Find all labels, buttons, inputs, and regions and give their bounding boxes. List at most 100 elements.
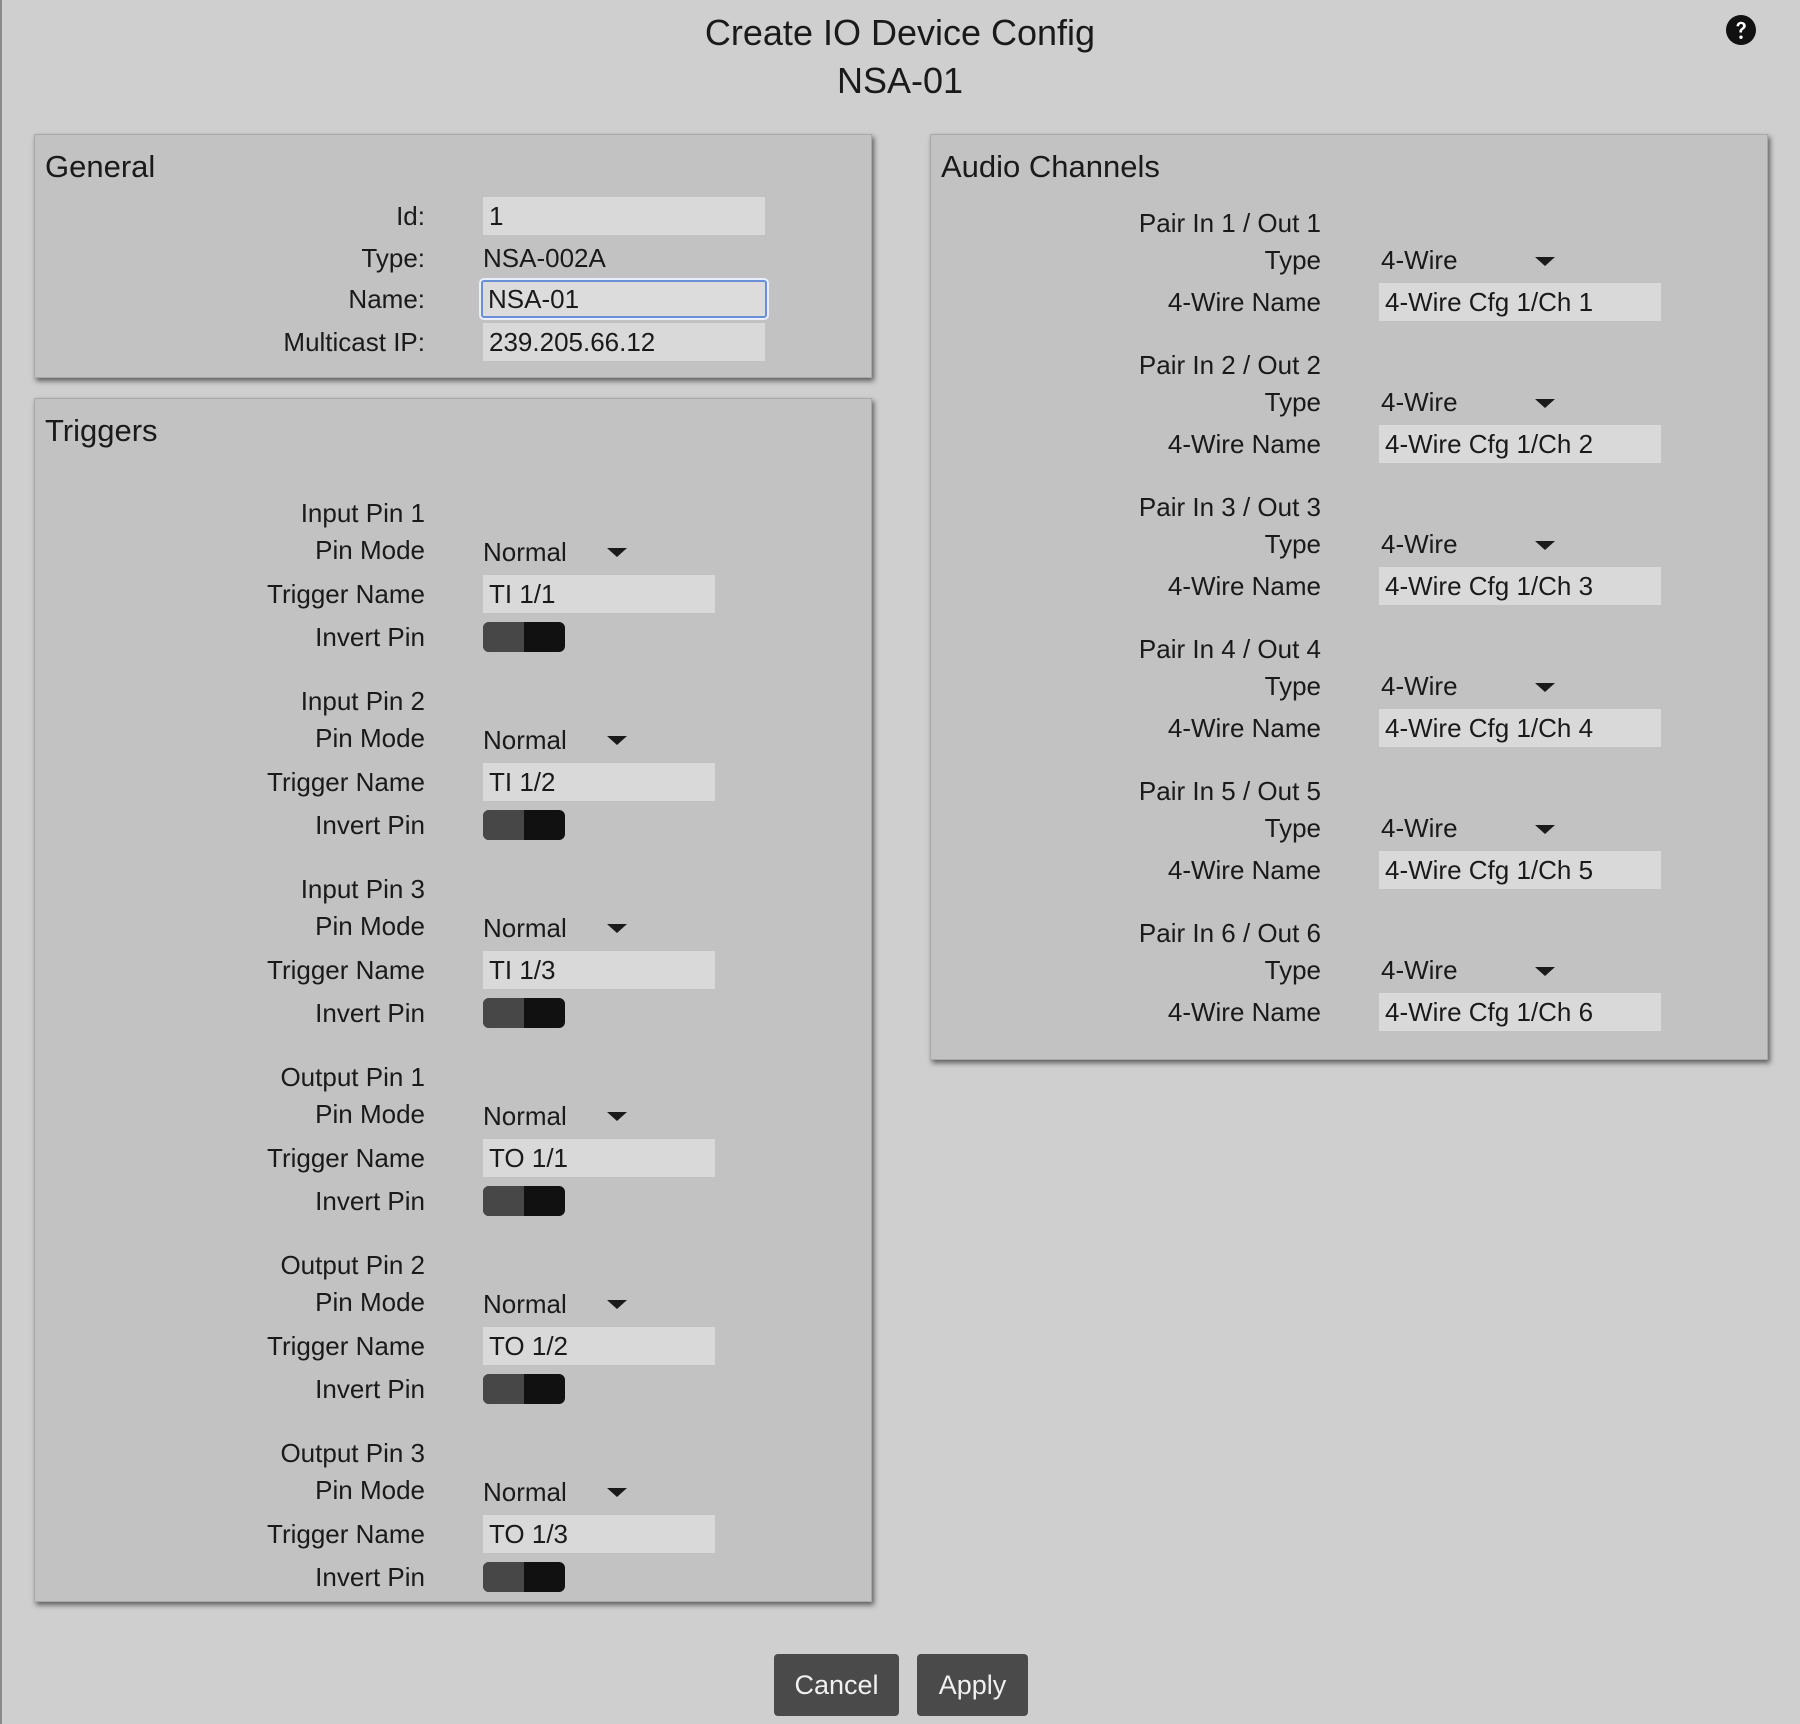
invert-pin-toggle[interactable] (483, 1186, 565, 1216)
four-wire-name-input[interactable]: 4-Wire Cfg 1/Ch 6 (1379, 993, 1661, 1031)
id-row: Id: (35, 197, 425, 235)
general-panel-title: General (45, 149, 156, 184)
pin-mode-label: Pin Mode (315, 723, 425, 753)
pair-type-row: Type (931, 667, 1321, 705)
pair-name-label: 4-Wire Name (1167, 571, 1321, 601)
chevron-down-icon (1535, 825, 1555, 834)
pair-name-row: 4-Wire Name (931, 283, 1321, 321)
dialog-header: Create IO Device Config NSA-01 (0, 0, 1800, 110)
name-input[interactable]: NSA-01 (481, 280, 767, 318)
help-icon[interactable] (1725, 14, 1757, 46)
pair-type-select[interactable]: 4-Wire (1381, 809, 1571, 847)
trigger-name-input[interactable]: TO 1/2 (483, 1327, 715, 1365)
cancel-button[interactable]: Cancel (774, 1654, 899, 1716)
chevron-down-icon (1535, 683, 1555, 692)
chevron-down-icon (1535, 967, 1555, 976)
pin-mode-value: Normal (483, 913, 567, 943)
trigger-name-row: Trigger Name (35, 575, 425, 613)
invert-pin-label: Invert Pin (315, 810, 425, 840)
pair-type-value: 4-Wire (1381, 245, 1458, 275)
pin-mode-select[interactable]: Normal (483, 721, 633, 759)
pair-type-value: 4-Wire (1381, 813, 1458, 843)
toggle-knob (483, 1562, 524, 1592)
toggle-knob (483, 1374, 524, 1404)
window-edge (0, 0, 2, 1724)
pair-type-row: Type (931, 383, 1321, 421)
pin-mode-select[interactable]: Normal (483, 533, 633, 571)
multicast-label: Multicast IP: (283, 327, 425, 357)
invert-pin-toggle[interactable] (483, 810, 565, 840)
pair-type-select[interactable]: 4-Wire (1381, 525, 1571, 563)
pair-name-label: 4-Wire Name (1167, 429, 1321, 459)
trigger-name-input[interactable]: TI 1/2 (483, 763, 715, 801)
pair-name-row: 4-Wire Name (931, 851, 1321, 889)
id-field: 1 (483, 197, 765, 235)
pin-mode-select[interactable]: Normal (483, 1285, 633, 1323)
invert-pin-label: Invert Pin (315, 622, 425, 652)
invert-pin-toggle[interactable] (483, 998, 565, 1028)
invert-pin-row: Invert Pin (35, 1182, 425, 1220)
pair-type-select[interactable]: 4-Wire (1381, 241, 1571, 279)
pair-type-select[interactable]: 4-Wire (1381, 383, 1571, 421)
trigger-name-input[interactable]: TO 1/1 (483, 1139, 715, 1177)
pin-mode-row: Pin Mode (35, 531, 425, 569)
chevron-down-icon (607, 736, 627, 745)
invert-pin-row: Invert Pin (35, 618, 425, 656)
pin-mode-label: Pin Mode (315, 1099, 425, 1129)
trigger-name-label: Trigger Name (267, 1519, 425, 1549)
pair-name-row: 4-Wire Name (931, 709, 1321, 747)
pair-name-label: 4-Wire Name (1167, 997, 1321, 1027)
trigger-name-input[interactable]: TO 1/3 (483, 1515, 715, 1553)
pair-type-value: 4-Wire (1381, 529, 1458, 559)
four-wire-name-input[interactable]: 4-Wire Cfg 1/Ch 2 (1379, 425, 1661, 463)
multicast-row: Multicast IP: (35, 323, 425, 361)
invert-pin-label: Invert Pin (315, 1562, 425, 1592)
trigger-name-row: Trigger Name (35, 1139, 425, 1177)
pin-mode-value: Normal (483, 537, 567, 567)
pin-mode-select[interactable]: Normal (483, 1097, 633, 1135)
invert-pin-row: Invert Pin (35, 1370, 425, 1408)
four-wire-name-input[interactable]: 4-Wire Cfg 1/Ch 3 (1379, 567, 1661, 605)
invert-pin-label: Invert Pin (315, 1374, 425, 1404)
invert-pin-row: Invert Pin (35, 994, 425, 1032)
chevron-down-icon (607, 1112, 627, 1121)
id-label: Id: (396, 201, 425, 231)
invert-pin-label: Invert Pin (315, 1186, 425, 1216)
pin-mode-label: Pin Mode (315, 1287, 425, 1317)
trigger-name-input[interactable]: TI 1/3 (483, 951, 715, 989)
trigger-name-label: Trigger Name (267, 1331, 425, 1361)
invert-pin-toggle[interactable] (483, 1562, 565, 1592)
trigger-name-label: Trigger Name (267, 767, 425, 797)
toggle-knob (483, 998, 524, 1028)
pin-group-label: Output Pin 3 (280, 1438, 425, 1468)
invert-pin-row: Invert Pin (35, 806, 425, 844)
four-wire-name-input[interactable]: 4-Wire Cfg 1/Ch 4 (1379, 709, 1661, 747)
apply-button[interactable]: Apply (917, 1654, 1028, 1716)
pair-type-value: 4-Wire (1381, 387, 1458, 417)
pair-type-select[interactable]: 4-Wire (1381, 951, 1571, 989)
four-wire-name-input[interactable]: 4-Wire Cfg 1/Ch 1 (1379, 283, 1661, 321)
pair-type-label: Type (1264, 245, 1321, 275)
chevron-down-icon (1535, 399, 1555, 408)
pin-mode-row: Pin Mode (35, 1283, 425, 1321)
chevron-down-icon (1535, 257, 1555, 266)
four-wire-name-input[interactable]: 4-Wire Cfg 1/Ch 5 (1379, 851, 1661, 889)
pair-type-row: Type (931, 525, 1321, 563)
pin-group-label: Input Pin 3 (300, 874, 425, 904)
multicast-ip-input[interactable]: 239.205.66.12 (483, 323, 765, 361)
pin-mode-value: Normal (483, 1289, 567, 1319)
pair-type-select[interactable]: 4-Wire (1381, 667, 1571, 705)
invert-pin-toggle[interactable] (483, 622, 565, 652)
pin-mode-value: Normal (483, 1101, 567, 1131)
pin-mode-select[interactable]: Normal (483, 909, 633, 947)
pair-name-row: 4-Wire Name (931, 425, 1321, 463)
pair-group-label: Pair In 4 / Out 4 (1138, 634, 1321, 664)
pin-mode-row: Pin Mode (35, 1095, 425, 1133)
invert-pin-toggle[interactable] (483, 1374, 565, 1404)
pair-name-label: 4-Wire Name (1167, 287, 1321, 317)
trigger-name-input[interactable]: TI 1/1 (483, 575, 715, 613)
name-label: Name: (348, 284, 425, 314)
pin-mode-select[interactable]: Normal (483, 1473, 633, 1511)
pair-name-row: 4-Wire Name (931, 567, 1321, 605)
type-value: NSA-002A (483, 243, 606, 273)
